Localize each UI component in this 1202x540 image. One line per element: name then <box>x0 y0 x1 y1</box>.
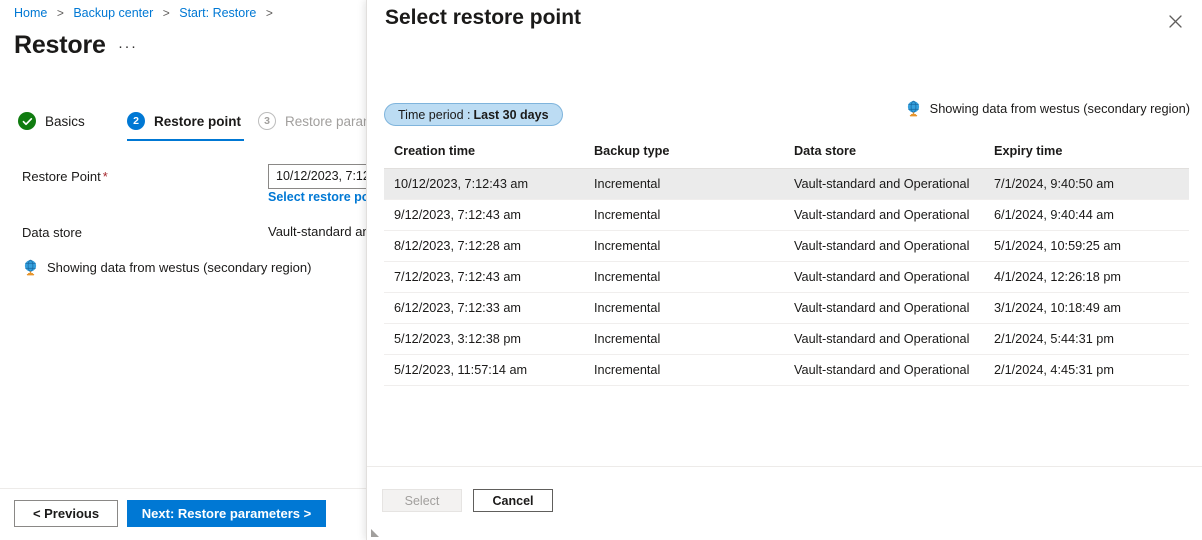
breadcrumb-separator: > <box>163 6 170 20</box>
secondary-region-note-text: Showing data from westus (secondary regi… <box>47 260 311 275</box>
cell-data-store: Vault-standard and Operational <box>784 355 984 386</box>
cell-expiry-time: 6/1/2024, 9:40:44 am <box>984 200 1189 231</box>
step-number-badge: 3 <box>258 112 276 130</box>
secondary-region-note: Showing data from westus (secondary regi… <box>22 259 311 276</box>
wizard-step-restore-point[interactable]: 2 Restore point <box>127 108 241 134</box>
cell-backup-type: Incremental <box>584 355 784 386</box>
table-header-row: Creation time Backup type Data store Exp… <box>384 144 1189 169</box>
table-row[interactable]: 5/12/2023, 3:12:38 pmIncrementalVault-st… <box>384 324 1189 355</box>
cell-data-store: Vault-standard and Operational <box>784 293 984 324</box>
cell-backup-type: Incremental <box>584 169 784 200</box>
breadcrumb: Home > Backup center > Start: Restore > <box>14 6 279 20</box>
table-body: 10/12/2023, 7:12:43 amIncrementalVault-s… <box>384 169 1189 386</box>
close-icon[interactable] <box>1162 8 1188 34</box>
cell-data-store: Vault-standard and Operational <box>784 231 984 262</box>
breadcrumb-item-backup-center[interactable]: Backup center <box>73 6 153 20</box>
cell-creation-time: 9/12/2023, 7:12:43 am <box>384 200 584 231</box>
cell-expiry-time: 2/1/2024, 5:44:31 pm <box>984 324 1189 355</box>
wizard-step-label-restore-parameters: Restore parameters <box>285 114 366 129</box>
cell-creation-time: 8/12/2023, 7:12:28 am <box>384 231 584 262</box>
app-root: Home > Backup center > Start: Restore > … <box>0 0 1202 540</box>
select-restore-point-link[interactable]: Select restore point <box>268 190 366 204</box>
cell-backup-type: Incremental <box>584 262 784 293</box>
wizard-step-label-basics: Basics <box>45 114 85 129</box>
column-header-expiry-time[interactable]: Expiry time <box>984 144 1189 169</box>
cell-expiry-time: 7/1/2024, 9:40:50 am <box>984 169 1189 200</box>
restore-point-input[interactable]: 10/12/2023, 7:12:43 am <box>268 164 366 189</box>
breadcrumb-item-home[interactable]: Home <box>14 6 47 20</box>
panel-secondary-region-note: Showing data from westus (secondary regi… <box>905 100 1190 117</box>
time-period-prefix: Time period : <box>398 108 470 122</box>
page-title: Restore <box>14 31 106 60</box>
panel-resize-grip[interactable] <box>371 529 379 537</box>
panel-title: Select restore point <box>385 6 581 30</box>
wizard-step-basics[interactable]: Basics <box>18 108 85 134</box>
table-header: Creation time Backup type Data store Exp… <box>384 144 1189 169</box>
cell-expiry-time: 3/1/2024, 10:18:49 am <box>984 293 1189 324</box>
cell-creation-time: 5/12/2023, 3:12:38 pm <box>384 324 584 355</box>
cell-backup-type: Incremental <box>584 293 784 324</box>
cell-creation-time: 10/12/2023, 7:12:43 am <box>384 169 584 200</box>
data-store-value: Vault-standard and Operational <box>268 224 366 239</box>
globe-icon <box>22 259 39 276</box>
cancel-button[interactable]: Cancel <box>473 489 553 512</box>
wizard-active-underline <box>127 139 244 141</box>
restore-point-label: Restore Point* <box>22 169 108 184</box>
required-marker: * <box>103 169 108 184</box>
restore-point-label-text: Restore Point <box>22 169 101 184</box>
cell-expiry-time: 5/1/2024, 10:59:25 am <box>984 231 1189 262</box>
more-options-button[interactable]: ··· <box>118 38 138 55</box>
cell-expiry-time: 4/1/2024, 12:26:18 pm <box>984 262 1189 293</box>
breadcrumb-item-start-restore[interactable]: Start: Restore <box>179 6 256 20</box>
time-period-value: Last 30 days <box>473 108 548 122</box>
cell-backup-type: Incremental <box>584 231 784 262</box>
breadcrumb-separator: > <box>57 6 64 20</box>
check-circle-icon <box>18 112 36 130</box>
cell-expiry-time: 2/1/2024, 4:45:31 pm <box>984 355 1189 386</box>
table-row[interactable]: 7/12/2023, 7:12:43 amIncrementalVault-st… <box>384 262 1189 293</box>
table-row[interactable]: 5/12/2023, 11:57:14 amIncrementalVault-s… <box>384 355 1189 386</box>
wizard-step-restore-parameters[interactable]: 3 Restore parameters <box>258 108 366 134</box>
column-header-data-store[interactable]: Data store <box>784 144 984 169</box>
cell-data-store: Vault-standard and Operational <box>784 169 984 200</box>
breadcrumb-separator: > <box>266 6 273 20</box>
column-header-backup-type[interactable]: Backup type <box>584 144 784 169</box>
wizard-step-label-restore-point: Restore point <box>154 114 241 129</box>
table-row[interactable]: 8/12/2023, 7:12:28 amIncrementalVault-st… <box>384 231 1189 262</box>
table-row[interactable]: 9/12/2023, 7:12:43 amIncrementalVault-st… <box>384 200 1189 231</box>
table-row[interactable]: 10/12/2023, 7:12:43 amIncrementalVault-s… <box>384 169 1189 200</box>
step-number-badge: 2 <box>127 112 145 130</box>
cell-backup-type: Incremental <box>584 200 784 231</box>
cell-data-store: Vault-standard and Operational <box>784 200 984 231</box>
cell-data-store: Vault-standard and Operational <box>784 324 984 355</box>
select-restore-point-panel: Select restore point Time period : Last … <box>366 0 1202 540</box>
select-button[interactable]: Select <box>382 489 462 512</box>
wizard-footer: < Previous Next: Restore parameters > <box>0 488 366 540</box>
globe-icon <box>905 100 922 117</box>
table-row[interactable]: 6/12/2023, 7:12:33 amIncrementalVault-st… <box>384 293 1189 324</box>
panel-footer-divider <box>367 466 1202 467</box>
cell-creation-time: 5/12/2023, 11:57:14 am <box>384 355 584 386</box>
cell-data-store: Vault-standard and Operational <box>784 262 984 293</box>
cell-backup-type: Incremental <box>584 324 784 355</box>
panel-secondary-region-note-text: Showing data from westus (secondary regi… <box>930 101 1190 116</box>
cell-creation-time: 7/12/2023, 7:12:43 am <box>384 262 584 293</box>
restore-points-table: Creation time Backup type Data store Exp… <box>384 144 1189 386</box>
column-header-creation-time[interactable]: Creation time <box>384 144 584 169</box>
previous-button[interactable]: < Previous <box>14 500 118 527</box>
restore-wizard-page: Home > Backup center > Start: Restore > … <box>0 0 366 540</box>
cell-creation-time: 6/12/2023, 7:12:33 am <box>384 293 584 324</box>
data-store-label: Data store <box>22 225 82 240</box>
time-period-filter-pill[interactable]: Time period : Last 30 days <box>384 103 563 126</box>
next-restore-parameters-button[interactable]: Next: Restore parameters > <box>127 500 326 527</box>
